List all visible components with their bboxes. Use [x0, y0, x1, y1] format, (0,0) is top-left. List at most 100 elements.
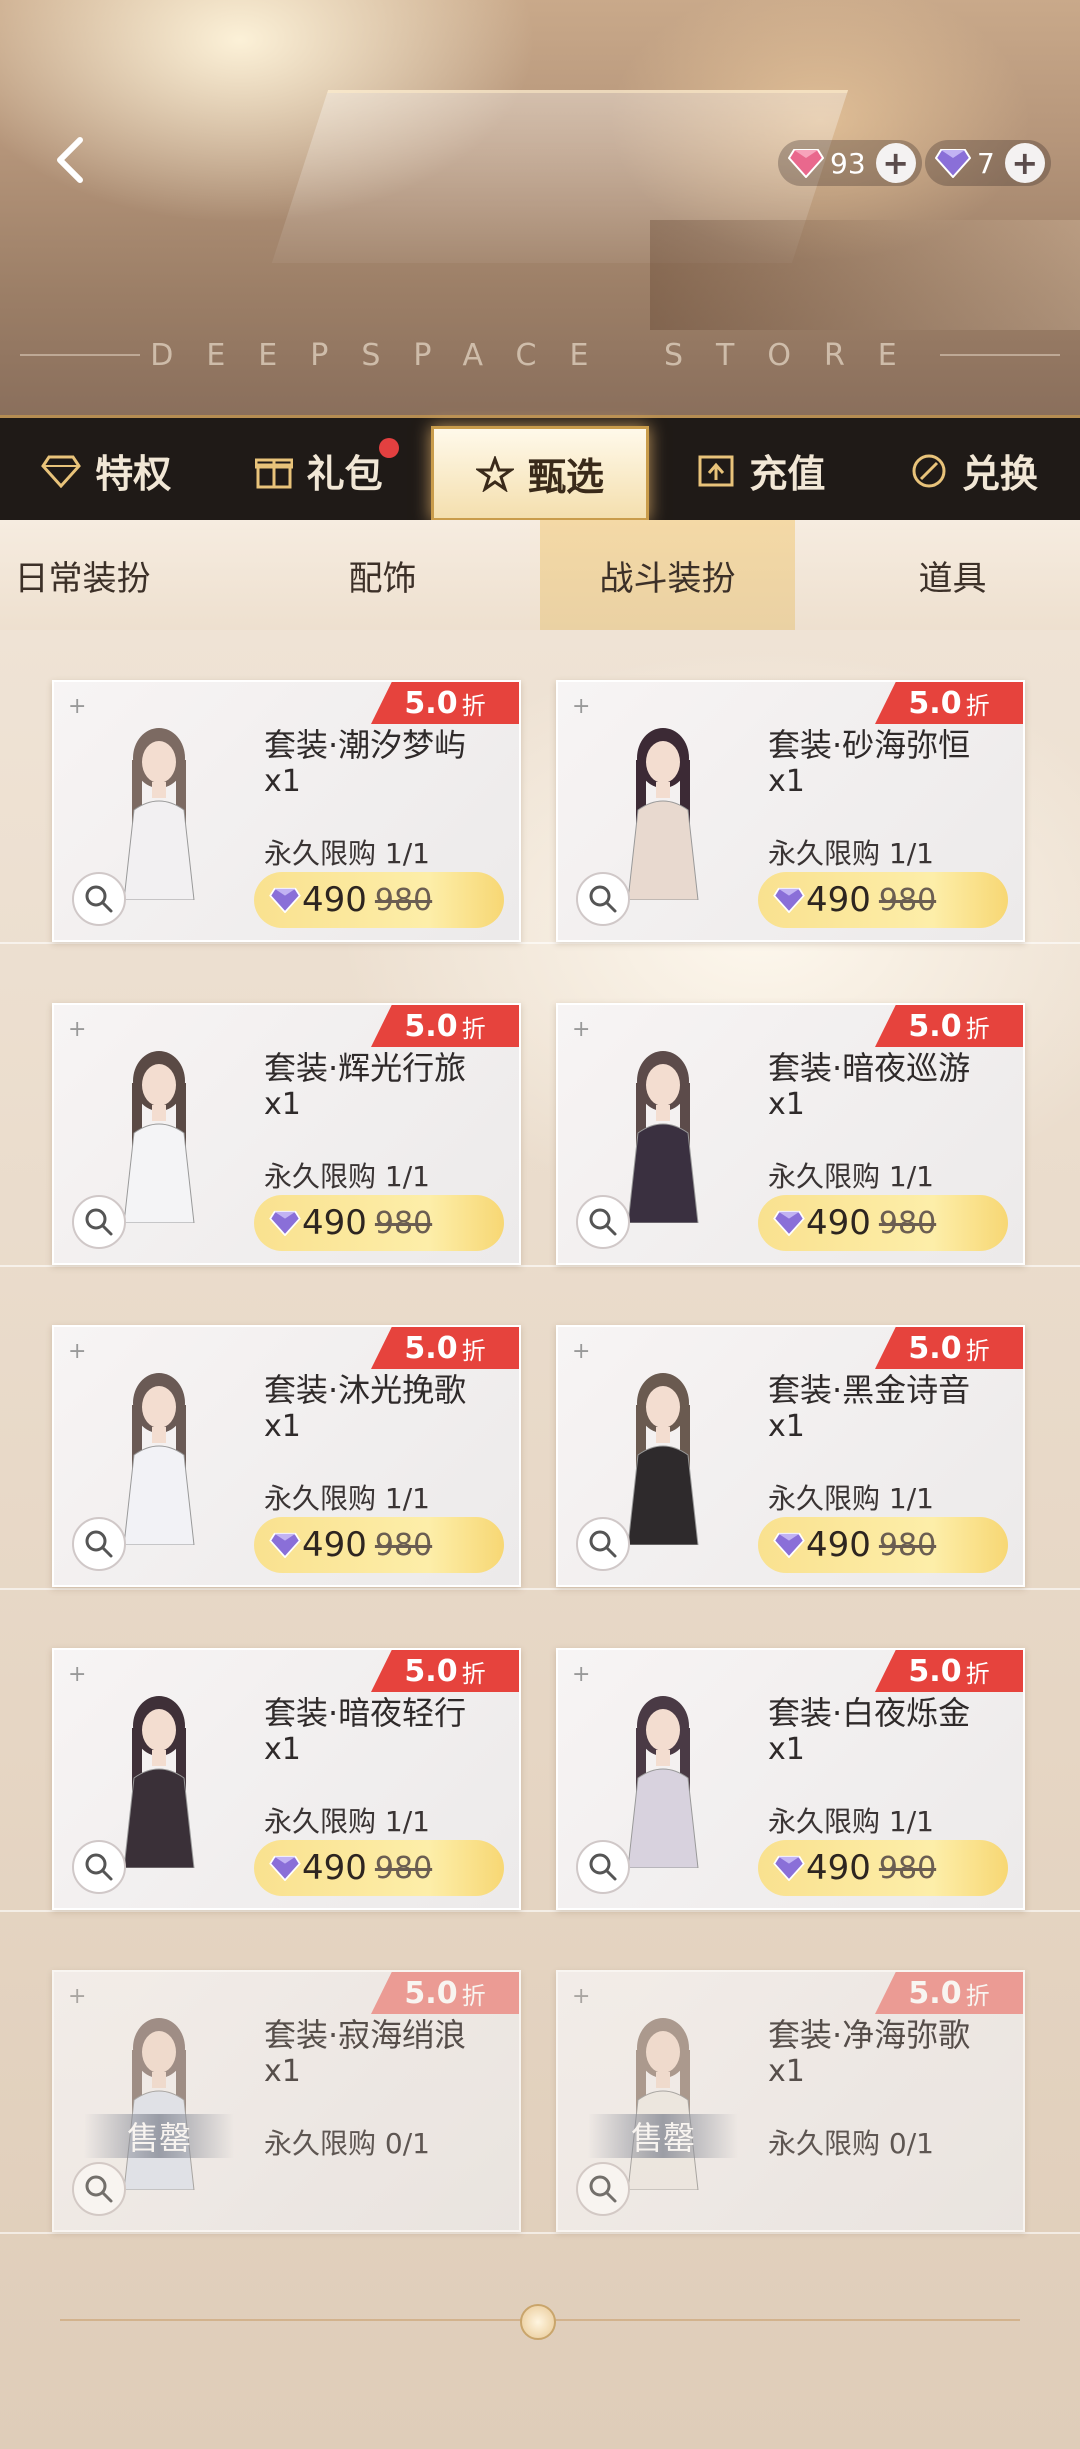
discount-value: 5.0: [404, 1330, 458, 1366]
discount-value: 5.0: [404, 1975, 458, 2011]
plus-icon: +: [68, 1017, 87, 1042]
item-name: 套装·白夜烁金: [768, 1694, 971, 1732]
buy-button[interactable]: 490 980: [254, 1195, 504, 1251]
discount-unit: 折: [461, 691, 486, 720]
purple-gem-icon: [269, 887, 301, 913]
buy-button[interactable]: 490 980: [758, 1840, 1008, 1896]
purchase-limit: 永久限购 0/1: [768, 2127, 934, 2160]
subtab-daily-outfit[interactable]: 日常装扮: [0, 520, 255, 630]
preview-button[interactable]: [72, 872, 126, 926]
discount-badge: 5.0 折: [875, 1972, 1023, 2014]
chevron-left-icon: [57, 137, 83, 183]
plus-icon: +: [1011, 144, 1039, 182]
buy-button[interactable]: 490 980: [758, 1517, 1008, 1573]
discount-value: 5.0: [908, 1008, 962, 1044]
subtab-battle-outfit[interactable]: 战斗装扮: [540, 520, 795, 644]
preview-button[interactable]: [576, 1195, 630, 1249]
buy-button[interactable]: 490 980: [758, 1195, 1008, 1251]
preview-button[interactable]: [72, 1195, 126, 1249]
purchase-limit: 永久限购 1/1: [768, 837, 934, 870]
product-card[interactable]: + 5.0 折 套装·净海弥歌 x1 永久限购 0/1 售罄: [556, 1970, 1025, 2232]
plus-icon: +: [572, 1339, 591, 1364]
outfit-portrait: [123, 1696, 195, 1868]
outfit-portrait: [627, 1373, 699, 1545]
store-hero-banner: 93 + 7 + DEEPSPACE STORE: [0, 0, 1080, 415]
item-quantity: x1: [264, 764, 301, 799]
hero-decoration: [650, 220, 1080, 330]
magnifier-icon: [85, 1208, 113, 1236]
item-quantity: x1: [264, 1732, 301, 1767]
original-price: 980: [878, 1850, 937, 1886]
item-quantity: x1: [768, 1409, 805, 1444]
plus-icon: +: [68, 1984, 87, 2009]
magnifier-icon: [85, 885, 113, 913]
preview-button[interactable]: [576, 1517, 630, 1571]
preview-button[interactable]: [576, 2162, 630, 2216]
tab-selection[interactable]: 甄选: [430, 426, 650, 521]
discount-badge: 5.0 折: [371, 1327, 519, 1369]
tab-exchange[interactable]: 兑换: [868, 418, 1080, 523]
purchase-limit: 永久限购 1/1: [264, 1805, 430, 1838]
item-name: 套装·暗夜巡游: [768, 1049, 971, 1087]
item-name: 套装·黑金诗音: [768, 1371, 971, 1409]
discount-unit: 折: [461, 1659, 486, 1688]
product-card[interactable]: + 5.0 折 套装·砂海弥恒 x1 永久限购 1/1 490 980: [556, 680, 1025, 942]
subtab-items[interactable]: 道具: [825, 520, 1080, 630]
subtab-label: 道具: [918, 558, 987, 599]
current-price: 490: [302, 1203, 367, 1243]
preview-button[interactable]: [72, 2162, 126, 2216]
tab-privilege[interactable]: 特权: [0, 418, 212, 523]
product-card[interactable]: + 5.0 折 套装·暗夜轻行 x1 永久限购 1/1 490 980: [52, 1648, 521, 1910]
sold-out-label: 售罄: [84, 2114, 234, 2158]
preview-button[interactable]: [72, 1840, 126, 1894]
purple-gem-icon: [773, 887, 805, 913]
shelf-line: [0, 2232, 1080, 2234]
purchase-limit: 永久限购 1/1: [264, 1160, 430, 1193]
purple-gem-icon: [269, 1532, 301, 1558]
original-price: 980: [374, 1527, 433, 1563]
original-price: 980: [374, 1205, 433, 1241]
item-name: 套装·寂海绡浪: [264, 2016, 467, 2054]
item-quantity: x1: [768, 1087, 805, 1122]
add-pink-gem-button[interactable]: +: [875, 143, 916, 183]
product-card[interactable]: + 5.0 折 套装·潮汐梦屿 x1 永久限购 1/1 490 980: [52, 680, 521, 942]
current-price: 490: [806, 1848, 871, 1888]
discount-value: 5.0: [908, 1653, 962, 1689]
current-price: 490: [806, 1203, 871, 1243]
buy-button[interactable]: 490 980: [254, 872, 504, 928]
item-quantity: x1: [264, 2054, 301, 2089]
preview-button[interactable]: [576, 1840, 630, 1894]
product-card[interactable]: + 5.0 折 套装·暗夜巡游 x1 永久限购 1/1 490 980: [556, 1003, 1025, 1265]
item-quantity: x1: [264, 1087, 301, 1122]
product-card[interactable]: + 5.0 折 套装·辉光行旅 x1 永久限购 1/1 490 980: [52, 1003, 521, 1265]
preview-button[interactable]: [72, 1517, 126, 1571]
buy-button[interactable]: 490 980: [254, 1840, 504, 1896]
preview-button[interactable]: [576, 872, 630, 926]
buy-button[interactable]: 490 980: [758, 872, 1008, 928]
current-price: 490: [302, 1525, 367, 1565]
item-name: 套装·暗夜轻行: [264, 1694, 467, 1732]
buy-button[interactable]: 490 980: [254, 1517, 504, 1573]
plus-icon: +: [572, 1017, 591, 1042]
current-price: 490: [302, 880, 367, 920]
tab-gift-pack[interactable]: 礼包: [212, 418, 424, 523]
product-card[interactable]: + 5.0 折 套装·寂海绡浪 x1 永久限购 0/1 售罄: [52, 1970, 521, 2232]
outfit-portrait: [627, 2018, 699, 2190]
back-button[interactable]: [40, 130, 100, 190]
add-purple-gem-button[interactable]: +: [1004, 143, 1045, 183]
subtab-accessories[interactable]: 配饰: [255, 520, 510, 630]
discount-unit: 折: [461, 1981, 486, 2010]
magnifier-icon: [85, 1853, 113, 1881]
discount-value: 5.0: [908, 1975, 962, 2011]
item-name: 套装·沐光挽歌: [264, 1371, 467, 1409]
product-card[interactable]: + 5.0 折 套装·沐光挽歌 x1 永久限购 1/1 490 980: [52, 1325, 521, 1587]
scroll-knob[interactable]: [520, 2304, 556, 2340]
tab-top-up[interactable]: 充值: [655, 418, 867, 523]
item-quantity: x1: [768, 764, 805, 799]
product-card[interactable]: + 5.0 折 套装·黑金诗音 x1 永久限购 1/1 490 980: [556, 1325, 1025, 1587]
star-icon: [476, 455, 514, 492]
gift-icon: [254, 458, 293, 488]
magnifier-icon: [589, 1208, 617, 1236]
product-card[interactable]: + 5.0 折 套装·白夜烁金 x1 永久限购 1/1 490 980: [556, 1648, 1025, 1910]
page-scroll-indicator[interactable]: [0, 2304, 1080, 2340]
